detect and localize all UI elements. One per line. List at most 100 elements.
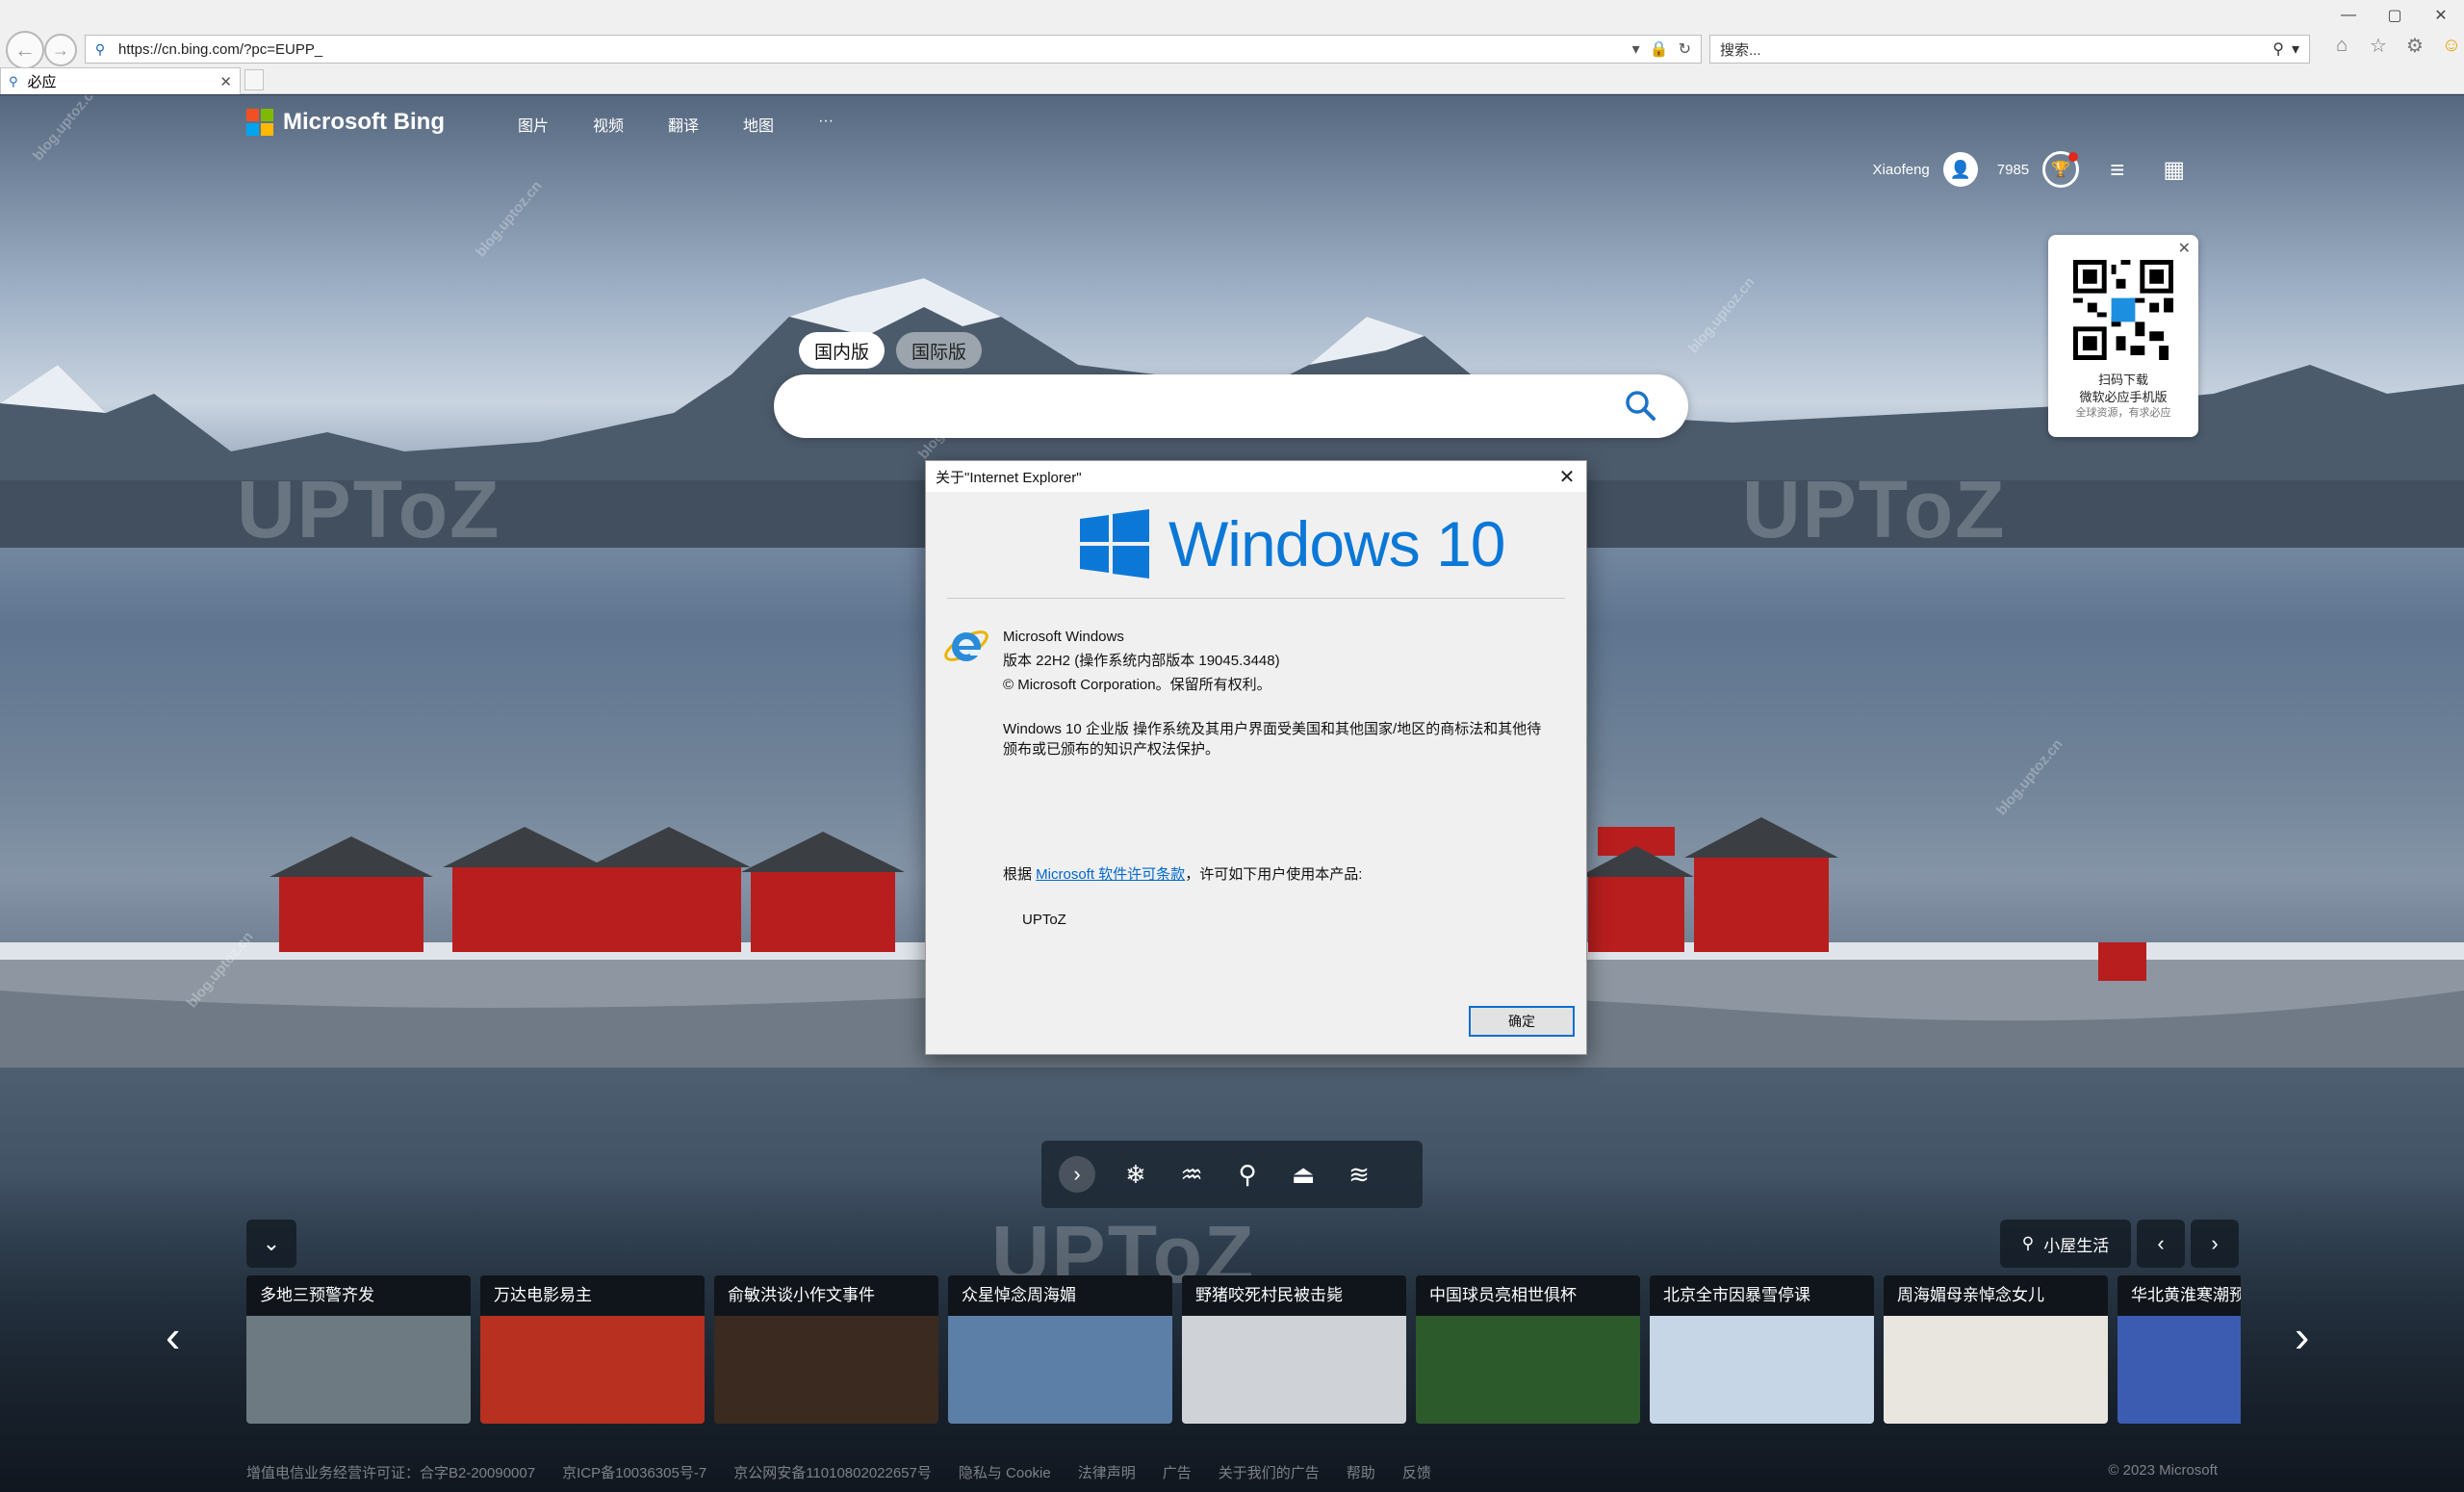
ok-button[interactable]: 确定 — [1469, 1006, 1575, 1037]
chevron-right-icon[interactable]: › — [1059, 1156, 1095, 1193]
nav-maps[interactable]: 地图 — [743, 113, 774, 136]
tab-close-icon[interactable]: ✕ — [219, 73, 232, 90]
search-icon[interactable]: ⚲ — [2272, 39, 2284, 59]
snowflake-icon[interactable]: ❄ — [1120, 1160, 1151, 1190]
chevron-right-icon: › — [2211, 1231, 2219, 1255]
license-line: 根据 Microsoft 软件许可条款，许可如下用户使用本产品: — [1003, 863, 1362, 884]
settings-gear-icon[interactable]: ⚙ — [2402, 33, 2427, 58]
news-card-title: 野猪咬死村民被击毙 — [1182, 1275, 1406, 1316]
news-card[interactable]: 野猪咬死村民被击毙 — [1182, 1275, 1406, 1424]
tab-international[interactable]: 国际版 — [896, 332, 983, 369]
dialog-titlebar: 关于"Internet Explorer" ✕ — [926, 461, 1586, 492]
footer-link[interactable]: 京ICP备10036305号-7 — [562, 1462, 706, 1482]
new-tab-button[interactable] — [244, 69, 264, 90]
region-tabs: 国内版 国际版 — [799, 332, 983, 369]
user-name[interactable]: Xiaofeng — [1873, 162, 1930, 178]
license-terms-link[interactable]: Microsoft 软件许可条款 — [1036, 866, 1185, 883]
news-card-image — [1884, 1316, 2108, 1424]
tab-label: 必应 — [27, 74, 57, 90]
footer-link[interactable]: 京公网安备11010802022657号 — [733, 1462, 932, 1482]
nav-more[interactable]: ··· — [818, 113, 834, 136]
rewards-trophy-icon[interactable]: 🏆 — [2042, 151, 2080, 188]
about-ie-dialog: 关于"Internet Explorer" ✕ Windows 10 Micro… — [925, 460, 1587, 1055]
news-card-image — [1650, 1316, 1874, 1424]
nav-images[interactable]: 图片 — [518, 113, 549, 136]
icicle-icon[interactable]: ♒ — [1176, 1160, 1207, 1190]
footer-link[interactable]: 反馈 — [1402, 1462, 1431, 1482]
lightbulb-icon[interactable]: ⚲ — [1232, 1160, 1263, 1190]
location-label: 小屋生活 — [2043, 1236, 2110, 1255]
bing-search-input[interactable] — [774, 374, 1688, 438]
restore-button[interactable]: ▢ — [2372, 0, 2418, 31]
browser-search-input[interactable]: 搜索... — [1710, 39, 2272, 60]
dialog-title: 关于"Internet Explorer" — [936, 469, 1082, 486]
tab-favicon-icon: ⚲ — [9, 73, 18, 89]
dialog-separator — [947, 598, 1565, 599]
news-card[interactable]: 俞敏洪谈小作文事件 — [714, 1275, 938, 1424]
qr-code-icon[interactable]: ▦ — [2163, 156, 2185, 184]
home-icon[interactable]: ⌂ — [2329, 33, 2354, 58]
footer-link[interactable]: 隐私与 Cookie — [959, 1462, 1051, 1482]
news-card[interactable]: 北京全市因暴雪停课 — [1650, 1275, 1874, 1424]
news-next-arrow-icon[interactable]: › — [2295, 1310, 2309, 1362]
footer-link[interactable]: 法律声明 — [1078, 1462, 1136, 1482]
dropdown-icon[interactable]: ▾ — [1632, 39, 1640, 59]
avatar-icon[interactable]: 👤 — [1942, 152, 1978, 187]
browser-search-box[interactable]: 搜索... ⚲ ▾ — [1709, 35, 2310, 64]
news-card-image — [1416, 1316, 1640, 1424]
rewards-points[interactable]: 7985 — [1997, 162, 2029, 178]
nav-videos[interactable]: 视频 — [593, 113, 624, 136]
close-icon[interactable]: ✕ — [2178, 239, 2191, 258]
footer-link[interactable]: 关于我们的广告 — [1219, 1462, 1320, 1482]
tab-domestic[interactable]: 国内版 — [799, 332, 886, 369]
qr-subtitle: 微软必应手机版 — [2079, 390, 2168, 404]
feedback-smile-icon[interactable]: ☺ — [2439, 33, 2464, 58]
footer-link[interactable]: 增值电信业务经营许可证：合字B2-20090007 — [246, 1462, 535, 1482]
watermark-big: UPToZ — [1742, 464, 2007, 554]
prev-image-button[interactable]: ‹ — [2137, 1220, 2185, 1268]
qr-caption: 全球资源，有求必应 — [2075, 407, 2171, 419]
browser-chrome: — ▢ ✕ ← → ⚲ https://cn.bing.com/?pc=EUPP… — [0, 0, 2464, 94]
refresh-icon[interactable]: ↻ — [1679, 39, 1691, 59]
search-icon[interactable] — [1623, 388, 1657, 423]
feature-strip: › ❄ ♒ ⚲ ⏏ ≋ — [1041, 1141, 1423, 1208]
footer-link[interactable]: 广告 — [1163, 1462, 1192, 1482]
internet-explorer-icon — [944, 630, 988, 661]
news-card-title: 多地三预警齐发 — [246, 1275, 471, 1316]
hamburger-menu-icon[interactable]: ≡ — [2110, 155, 2124, 185]
news-card-title: 华北黄淮寒潮预警 — [2118, 1275, 2241, 1316]
search-dropdown-icon[interactable]: ▾ — [2292, 39, 2299, 59]
footer-link[interactable]: 帮助 — [1347, 1462, 1375, 1482]
minimize-button[interactable]: — — [2325, 0, 2372, 31]
image-location-button[interactable]: ⚲ 小屋生活 — [2000, 1220, 2131, 1268]
news-card[interactable]: 中国球员亮相世俱杯 — [1416, 1275, 1640, 1424]
notification-dot — [2068, 152, 2079, 162]
lock-icon[interactable]: 🔒 — [1650, 39, 1669, 59]
address-url[interactable]: https://cn.bing.com/?pc=EUPP_ — [115, 41, 1632, 58]
news-card[interactable]: 多地三预警齐发 — [246, 1275, 471, 1424]
browser-tab[interactable]: ⚲ 必应 ✕ — [0, 67, 241, 94]
nav-translate[interactable]: 翻译 — [668, 113, 699, 136]
trademark-text: Windows 10 企业版 操作系统及其用户界面受美国和其他国家/地区的商标法… — [1003, 721, 1542, 758]
camera-icon[interactable]: ⏏ — [1288, 1160, 1319, 1190]
next-image-button[interactable]: › — [2191, 1220, 2239, 1268]
news-card[interactable]: 华北黄淮寒潮预警 — [2118, 1275, 2241, 1424]
news-card[interactable]: 众星悼念周海媚 — [948, 1275, 1172, 1424]
news-card[interactable]: 周海媚母亲悼念女儿 — [1884, 1275, 2108, 1424]
dialog-close-icon[interactable]: ✕ — [1548, 461, 1586, 492]
news-card[interactable]: 万达电影易主 — [480, 1275, 705, 1424]
address-bar[interactable]: ⚲ https://cn.bing.com/?pc=EUPP_ ▾ 🔒 ↻ — [85, 35, 1702, 64]
arrow-left-icon: ← — [14, 38, 36, 62]
wind-icon[interactable]: ≋ — [1344, 1160, 1374, 1190]
product-name: Microsoft Windows — [1003, 629, 1124, 645]
chevron-left-icon: ‹ — [2157, 1231, 2165, 1255]
news-prev-arrow-icon[interactable]: ‹ — [166, 1310, 180, 1362]
dialog-info: Microsoft Windows 版本 22H2 (操作系统内部版本 1904… — [1003, 625, 1561, 697]
bing-logo[interactable]: Microsoft Bing — [246, 109, 445, 136]
collapse-news-button[interactable]: ⌄ — [246, 1220, 296, 1268]
licensee-name: UPToZ — [1022, 912, 1066, 928]
back-button[interactable]: ← — [6, 31, 44, 69]
favorites-star-icon[interactable]: ☆ — [2366, 33, 2391, 58]
forward-button[interactable]: → — [44, 34, 77, 66]
close-window-button[interactable]: ✕ — [2418, 0, 2464, 31]
